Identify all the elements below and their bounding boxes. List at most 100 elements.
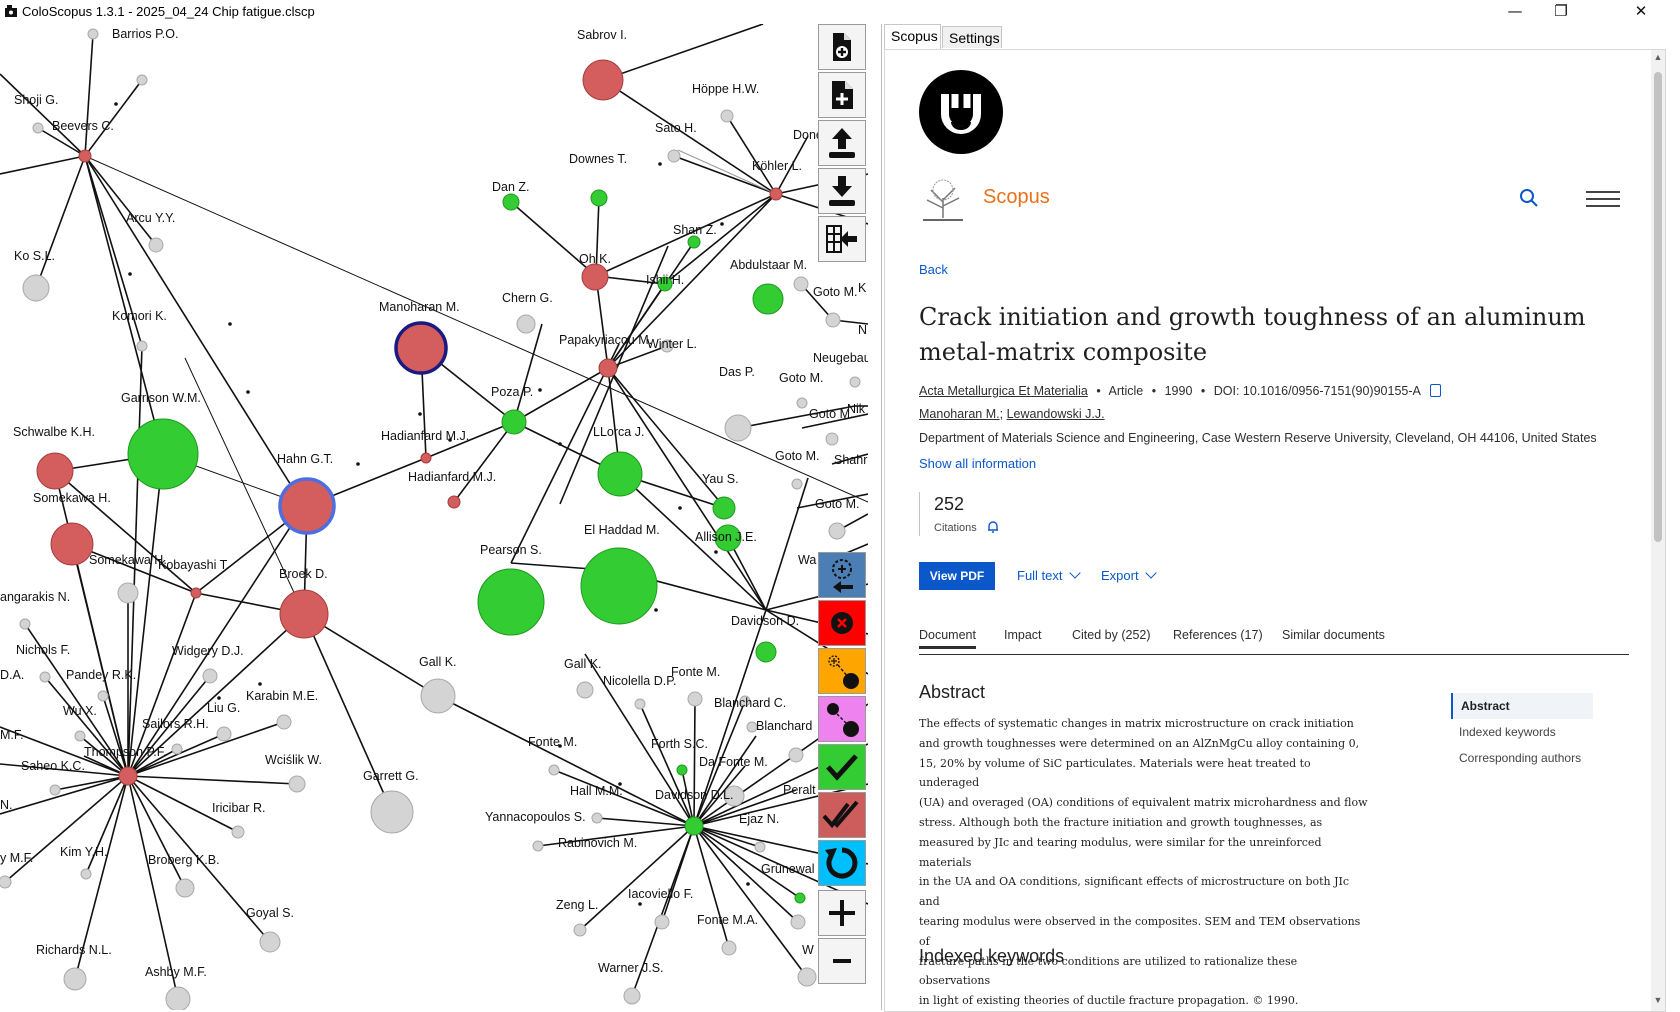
svg-text:M.F.: M.F. <box>0 728 24 742</box>
svg-text:Fonte M.A.: Fonte M.A. <box>697 913 758 927</box>
delete-node-button[interactable] <box>818 600 866 646</box>
x-circle-icon <box>831 612 853 634</box>
tab-impact[interactable]: Impact <box>1004 628 1042 642</box>
svg-text:Fonte M.: Fonte M. <box>528 735 577 749</box>
circular-arrow-icon <box>825 847 858 879</box>
abstract-heading: Abstract <box>919 682 986 702</box>
svg-text:Barrios P.O.: Barrios P.O. <box>112 27 178 41</box>
tab-settings[interactable]: Settings <box>942 26 1002 48</box>
nav-corresponding-authors[interactable]: Corresponding authors <box>1451 745 1593 771</box>
export-grid-button[interactable] <box>818 216 866 262</box>
tab-document[interactable]: Document <box>919 628 976 649</box>
svg-text:Shoji G.: Shoji G. <box>14 93 58 107</box>
check-icon <box>826 754 858 781</box>
svg-text:Wa: Wa <box>798 553 816 567</box>
download-button[interactable] <box>818 168 866 214</box>
minimize-button[interactable]: — <box>1492 0 1538 24</box>
back-link[interactable]: Back <box>919 262 948 277</box>
svg-text:Da Fonte M.: Da Fonte M. <box>699 755 768 769</box>
svg-text:Peralt: Peralt <box>783 783 816 797</box>
graph-toolbar <box>818 24 868 1010</box>
svg-text:Gall K.: Gall K. <box>564 657 602 671</box>
link-target-icon <box>828 655 859 689</box>
tab-similar-documents[interactable]: Similar documents <box>1282 628 1385 642</box>
elsevier-logo <box>919 178 967 222</box>
svg-text:Hall M.M.: Hall M.M. <box>570 784 623 798</box>
svg-text:Somekawa H.: Somekawa H. <box>89 553 167 567</box>
scroll-up-icon[interactable]: ▲ <box>1651 52 1665 66</box>
upload-icon <box>829 128 855 158</box>
nav-indexed-keywords[interactable]: Indexed keywords <box>1451 719 1593 745</box>
accept-all-button[interactable] <box>818 792 866 838</box>
network-graph[interactable]: Barrios P.O. Shoji G. Beevers C. Arcu Y.Y. K… <box>0 24 868 1010</box>
author-link[interactable]: Lewandowski J.J. <box>1007 407 1105 421</box>
tab-references[interactable]: References (17) <box>1173 628 1263 642</box>
svg-text:Gall K.: Gall K. <box>419 655 457 669</box>
show-all-information-link[interactable]: Show all information <box>919 456 1036 471</box>
citation-network-canvas[interactable]: Barrios P.O. Shoji G. Beevers C. Arcu Y.Y. K… <box>0 24 868 1010</box>
select-node-button[interactable] <box>818 552 866 598</box>
svg-text:Nichols F.: Nichols F. <box>16 643 70 657</box>
link-nodes-icon <box>827 703 859 737</box>
connect-nodes-button[interactable] <box>818 696 866 742</box>
svg-text:Kobayashi T.: Kobayashi T. <box>158 558 229 572</box>
svg-text:Garrison W.M.: Garrison W.M. <box>121 391 201 405</box>
svg-text:Wciślik W.: Wciślik W. <box>265 753 322 767</box>
hamburger-menu-icon[interactable] <box>1585 190 1621 208</box>
citations-label: Citations <box>934 522 977 534</box>
scroll-thumb[interactable] <box>1654 72 1662 542</box>
journal-link[interactable]: Acta Metallurgica Et Materialia <box>919 384 1088 398</box>
search-icon[interactable] <box>1517 186 1541 210</box>
svg-text:Arcu Y.Y.: Arcu Y.Y. <box>126 211 175 225</box>
author-link[interactable]: Manoharan M. <box>919 407 1000 421</box>
tab-cited-by[interactable]: Cited by (252) <box>1072 628 1151 642</box>
svg-text:Abdulstaar M.: Abdulstaar M. <box>730 258 807 272</box>
svg-text:Shan Z.: Shan Z. <box>673 223 717 237</box>
svg-text:Höppe H.W.: Höppe H.W. <box>692 82 759 96</box>
svg-text:LLorca J.: LLorca J. <box>593 425 644 439</box>
tab-scopus[interactable]: Scopus <box>884 24 941 50</box>
zoom-in-button[interactable] <box>818 890 866 936</box>
view-pdf-button[interactable]: View PDF <box>919 562 995 590</box>
svg-text:Papakyriacou M.: Papakyriacou M. <box>559 333 652 347</box>
citations-metric: 252 Citations <box>919 492 1040 536</box>
svg-text:Thompson P.F.: Thompson P.F. <box>84 745 166 759</box>
connect-node-button[interactable] <box>818 648 866 694</box>
svg-text:Blanchard: Blanchard <box>756 719 812 733</box>
svg-text:Blanchard C.: Blanchard C. <box>714 696 786 710</box>
svg-text:Ishii H.: Ishii H. <box>646 273 684 287</box>
nav-abstract[interactable]: Abstract <box>1451 693 1593 719</box>
svg-text:angarakis N.: angarakis N. <box>0 590 70 604</box>
full-text-dropdown[interactable]: Full text <box>1017 567 1081 583</box>
svg-text:Schwalbe K.H.: Schwalbe K.H. <box>13 425 95 439</box>
institution-logo <box>919 70 1003 154</box>
maximize-button[interactable]: ❐ <box>1538 0 1584 24</box>
vertical-scrollbar[interactable]: ▲ ▼ <box>1651 50 1665 1011</box>
svg-text:Davidson D.: Davidson D. <box>731 614 799 628</box>
scopus-brand[interactable]: Scopus <box>983 186 1050 209</box>
title-bar: ColoScopus 1.3.1 - 2025_04_24 Chip fatig… <box>0 0 1680 24</box>
bell-icon[interactable] <box>986 520 1000 534</box>
copy-icon[interactable] <box>1429 384 1441 397</box>
add-file-button[interactable] <box>818 24 866 70</box>
refresh-button[interactable] <box>818 840 866 886</box>
svg-text:El Haddad M.: El Haddad M. <box>584 523 660 537</box>
svg-text:Grünewal: Grünewal <box>761 862 815 876</box>
svg-text:Karabin M.E.: Karabin M.E. <box>246 689 318 703</box>
upload-button[interactable] <box>818 120 866 166</box>
scroll-down-icon[interactable]: ▼ <box>1651 995 1665 1009</box>
author-list: Manoharan M.; Lewandowski J.J. <box>919 407 1105 421</box>
accept-button[interactable] <box>818 744 866 790</box>
zoom-out-button[interactable] <box>818 938 866 984</box>
download-icon <box>829 176 855 206</box>
svg-text:Davidson D.L.: Davidson D.L. <box>655 788 734 802</box>
svg-text:W: W <box>802 943 814 957</box>
new-file-button[interactable] <box>818 72 866 118</box>
file-plus-icon <box>832 81 853 109</box>
document-title: Crack initiation and growth toughness of… <box>919 303 1586 366</box>
plus-icon <box>829 900 855 926</box>
panel-divider[interactable] <box>881 24 882 1010</box>
chevron-down-icon <box>1068 567 1081 579</box>
close-button[interactable]: ✕ <box>1618 0 1664 24</box>
export-dropdown[interactable]: Export <box>1101 567 1157 583</box>
